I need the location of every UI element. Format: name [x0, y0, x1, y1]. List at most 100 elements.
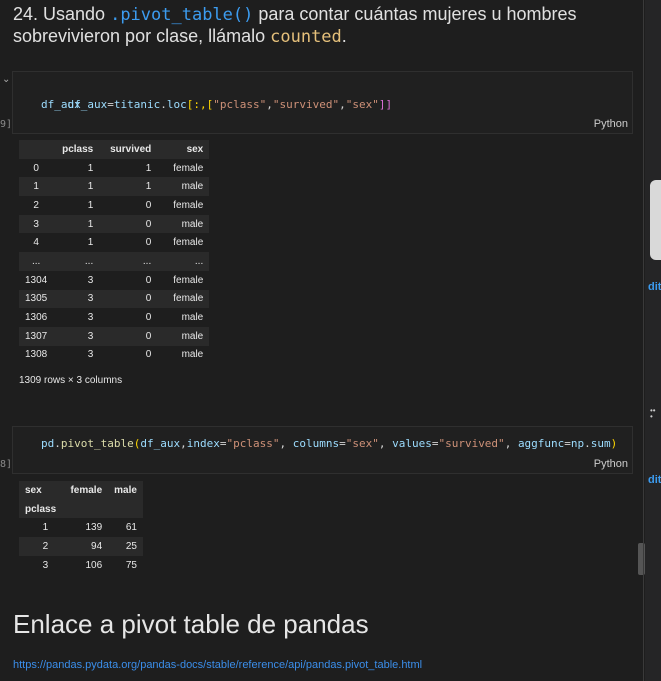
row-index: 3 [42, 559, 49, 571]
code-token: values [392, 437, 432, 450]
table-cell: 3 [87, 274, 94, 286]
code-token: df_aux [140, 437, 181, 450]
code-cell[interactable]: pd.pivot_table(df_aux,index="pclass", co… [12, 426, 633, 474]
table-cell: ... [142, 255, 152, 267]
table-cell: female [173, 293, 204, 305]
table-cell: 1 [145, 162, 152, 174]
table-cell: 0 [145, 330, 152, 342]
table-cell: 0 [145, 218, 152, 230]
language-label[interactable]: Python [594, 118, 628, 130]
table-cell: 0 [145, 293, 152, 305]
column-header: female [70, 484, 103, 496]
code-token: columns [292, 437, 340, 450]
table-cell: 0 [145, 349, 152, 361]
code-line: df_aux =titanic.loc[:,["pclass","survived… [41, 84, 393, 126]
column-header: survived [110, 143, 152, 155]
code-token: "pclass" [213, 98, 267, 111]
code-token: "survived" [438, 437, 505, 450]
code-token: sum [590, 437, 611, 450]
table-row: 2 1 0 female [19, 196, 209, 215]
language-label[interactable]: Python [594, 458, 628, 470]
rows-columns-info: 1309 rows × 3 columns [19, 375, 123, 386]
code-line: df_aux [41, 98, 81, 111]
row-index: 1 [42, 522, 49, 534]
table-cell: 0 [145, 312, 152, 324]
heading-code-pivot-table: .pivot_table() [110, 5, 254, 25]
code-token: , [279, 437, 293, 450]
row-index: 1 [33, 181, 39, 193]
column-header: male [114, 484, 137, 496]
code-token: loc [166, 98, 187, 111]
row-index: 0 [33, 162, 39, 174]
table-row: 1 139 61 [19, 518, 143, 537]
table-cell: male [181, 181, 204, 193]
code-token: . [160, 98, 167, 111]
edit-tag[interactable]: dit [648, 474, 661, 486]
heading-text: 24. Usando [13, 4, 111, 24]
edit-tag[interactable]: dit [648, 281, 661, 293]
code-token: ]] [378, 98, 393, 111]
table-cell: female [173, 162, 204, 174]
code-token: , [378, 437, 393, 450]
divider [643, 0, 644, 681]
row-index: 1305 [25, 293, 48, 305]
table-cell: 3 [87, 330, 94, 342]
table-cell: 3 [87, 293, 94, 305]
code-token: "sex" [345, 437, 379, 450]
row-index: 2 [42, 540, 49, 552]
column-header: sex [186, 143, 204, 155]
row-index: ... [31, 255, 41, 267]
code-cell[interactable]: df_aux =titanic.loc[:,["pclass","survived… [12, 71, 633, 134]
code-token: "pclass" [226, 437, 280, 450]
table-row: 1 1 1 male [19, 177, 210, 197]
table-cell: 1 [145, 181, 152, 193]
markdown-heading: 24. Usando .pivot_table() para contar cu… [13, 4, 613, 48]
execution-count: 8] [0, 459, 13, 470]
table-cell: 75 [125, 559, 137, 571]
code-token: "sex" [345, 98, 379, 111]
table-row: 3 1 0 male [19, 214, 210, 234]
row-index: 1308 [25, 349, 48, 361]
table-cell: 0 [145, 237, 152, 249]
table-cell: 3 [87, 349, 94, 361]
table-cell: male [181, 218, 204, 230]
table-cell: 25 [125, 540, 137, 552]
table-cell: 1 [87, 218, 94, 230]
code-token: [:,[ [186, 98, 214, 111]
code-token: , [266, 98, 273, 111]
table-row: 2 94 25 [19, 537, 143, 556]
right-side-panel [645, 0, 661, 681]
table-cell: 1 [87, 181, 94, 193]
pandas-docs-link[interactable]: https://pandas.pydata.org/pandas-docs/st… [13, 659, 422, 671]
more-actions-icon[interactable]: ••• [650, 407, 658, 421]
code-token: , [504, 437, 518, 450]
row-index: 1304 [25, 274, 48, 286]
execution-count: 9] [0, 119, 13, 130]
code-token: index [186, 437, 220, 450]
code-token: . [54, 437, 61, 450]
table-cell: 106 [85, 559, 103, 571]
chevron-down-icon[interactable]: ⌄ [2, 74, 10, 85]
table-row: 1308 3 0 male [19, 346, 209, 365]
dataframe-table: pclass survived sex 0 1 1 female 1 1 1 male 2 1 0 f… [19, 140, 210, 365]
heading-text: . [341, 26, 347, 46]
heading-code-counted: counted [270, 27, 342, 47]
table-header-row: pclass survived sex [19, 140, 210, 159]
table-row: 1305 3 0 female [19, 289, 210, 309]
code-token: , [180, 437, 187, 450]
code-token: = [107, 98, 114, 111]
code-token: "survived" [272, 98, 340, 111]
table-header-row: sex female male [19, 481, 143, 500]
code-token: pivot_table [60, 437, 134, 450]
code-token: aggfunc [517, 437, 565, 450]
table-row: ............ [19, 252, 210, 271]
table-cell: 94 [91, 540, 103, 552]
table-cell: male [181, 330, 204, 342]
row-index: 2 [33, 199, 39, 211]
pivot-table-output: sex female male pclass 1 139 61 2 94 25 3 106 75 [19, 481, 143, 574]
table-row: 3 106 75 [19, 556, 143, 575]
row-index: 1307 [25, 330, 48, 342]
table-cell: 1 [87, 237, 94, 249]
table-cell: male [181, 349, 204, 361]
column-header [19, 140, 53, 159]
